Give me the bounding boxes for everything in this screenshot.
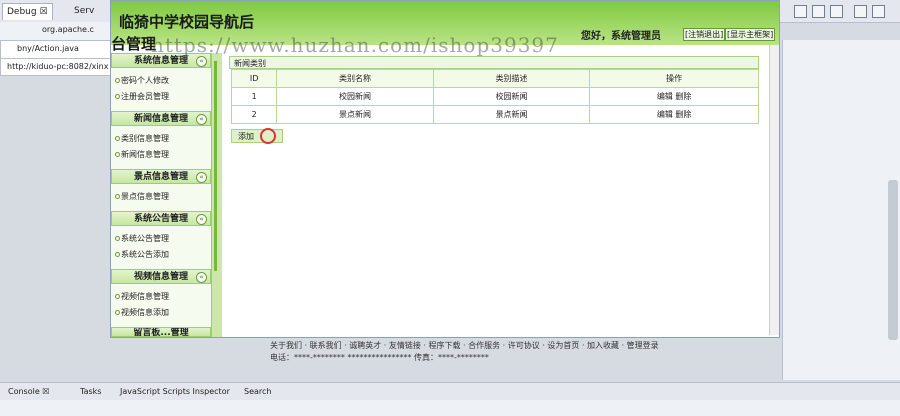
tab-search[interactable]: Search — [244, 386, 271, 398]
logout-link[interactable]: [注销退出] — [683, 28, 726, 41]
menu-group-notice[interactable]: 系统公告管理 « — [111, 211, 211, 226]
file-tab[interactable]: bny/Action.java — [17, 44, 79, 53]
cell-id: 2 — [230, 105, 278, 124]
tab-js-inspector[interactable]: JavaScript Scripts Inspector — [120, 386, 230, 398]
cell-id: 1 — [230, 87, 278, 106]
menu-group-message[interactable]: 留言板...管理 — [111, 327, 211, 337]
toolbar-icon[interactable] — [812, 5, 825, 18]
sidebar: 系统信息管理 « 密码个人修改 注册会员管理 新闻信息管理 « 类别信息管理 新闻信… — [111, 53, 211, 337]
cell-desc: 景点新闻 — [432, 105, 591, 124]
menu-item[interactable]: 系统公告管理 — [115, 233, 169, 244]
table-row: 1 校园新闻 校园新闻 编辑 删除 — [230, 87, 759, 106]
menu-group-scenic[interactable]: 景点信息管理 « — [111, 169, 211, 184]
welcome-text: 您好，系统管理员 — [581, 31, 661, 42]
table-header-row: ID 类别名称 类别描述 操作 — [230, 69, 759, 88]
menu-item[interactable]: 注册会员管理 — [115, 91, 169, 102]
cell-name: 景点新闻 — [276, 105, 434, 124]
cell-name: 校园新闻 — [276, 87, 434, 106]
tab-debug[interactable]: Debug ☒ — [2, 3, 53, 20]
toolbar-icon[interactable] — [872, 5, 885, 18]
site-footer: 关于我们 · 联系我们 · 诚聘英才 · 友情链接 · 程序下载 · 合作服务 … — [270, 340, 659, 364]
collapse-icon[interactable]: « — [196, 172, 207, 183]
toolbar-icon[interactable] — [854, 5, 867, 18]
collapse-icon[interactable]: « — [196, 214, 207, 225]
menu-item[interactable]: 密码个人修改 — [115, 75, 169, 86]
tree-item[interactable]: org.apache.c — [42, 25, 94, 34]
row-actions[interactable]: 编辑 删除 — [589, 105, 759, 124]
menu-group-news[interactable]: 新闻信息管理 « — [111, 111, 211, 126]
footer-contact: 电话：****-******** **************** 传真：***… — [270, 353, 489, 362]
tab-console[interactable]: Console ☒ — [8, 386, 49, 398]
cell-desc: 校园新闻 — [432, 87, 591, 106]
collapse-icon[interactable]: « — [196, 56, 207, 67]
category-table: ID 类别名称 类别描述 操作 1 校园新闻 校园新闻 编辑 删除 2 景点新闻… — [230, 69, 759, 124]
col-desc: 类别描述 — [432, 69, 591, 88]
col-ops: 操作 — [589, 69, 759, 88]
outline-panel — [782, 40, 900, 380]
menu-item[interactable]: 新闻信息管理 — [115, 149, 169, 160]
console-tab-bar: Console ☒ Tasks JavaScript Scripts Inspe… — [0, 382, 900, 401]
cursor-highlight-icon — [260, 128, 276, 144]
url-field[interactable]: http://kiduo-pc:8082/xinx — [0, 58, 118, 76]
watermark: https://www.huzhan.com/ishop39397 — [151, 33, 559, 57]
browser-scrollbar[interactable] — [769, 45, 779, 335]
menu-item[interactable]: 类别信息管理 — [115, 133, 169, 144]
menu-group-video[interactable]: 视频信息管理 « — [111, 269, 211, 284]
col-id: ID — [230, 69, 278, 88]
site-title: 临猗中学校园导航后 — [119, 13, 255, 31]
tree-row: org.apache.c — [0, 22, 110, 40]
row-actions[interactable]: 编辑 删除 — [589, 87, 759, 106]
col-name: 类别名称 — [276, 69, 434, 88]
collapse-icon[interactable]: « — [196, 114, 207, 125]
toolbar-icon[interactable] — [794, 5, 807, 18]
home-link[interactable]: [显示主框架] — [725, 28, 776, 41]
site-title-continued: 台管理 — [111, 35, 157, 53]
status-bar — [0, 400, 900, 416]
panel-title: 新闻类别 — [229, 56, 759, 69]
menu-item[interactable]: 视频信息管理 — [115, 291, 169, 302]
tab-servers[interactable]: Serv — [70, 3, 98, 19]
editor-tab-row: bny/Action.java — [0, 40, 112, 60]
menu-item[interactable]: 视频信息添加 — [115, 307, 169, 318]
toolbar-icon[interactable] — [830, 5, 843, 18]
footer-links[interactable]: 关于我们 · 联系我们 · 诚聘英才 · 友情链接 · 程序下载 · 合作服务 … — [270, 340, 659, 352]
tab-tasks[interactable]: Tasks — [80, 386, 101, 398]
table-row: 2 景点新闻 景点新闻 编辑 删除 — [230, 105, 759, 124]
scrollbar[interactable] — [888, 180, 898, 340]
web-browser: 临猗中学校园导航后 台管理 您好，系统管理员 [注销退出] [显示主框架] 系统… — [110, 0, 780, 338]
menu-item[interactable]: 系统公告添加 — [115, 249, 169, 260]
collapse-icon[interactable]: « — [196, 272, 207, 283]
splitter-handle[interactable] — [214, 61, 217, 271]
menu-item[interactable]: 景点信息管理 — [115, 191, 169, 202]
right-toolbar — [784, 0, 900, 22]
